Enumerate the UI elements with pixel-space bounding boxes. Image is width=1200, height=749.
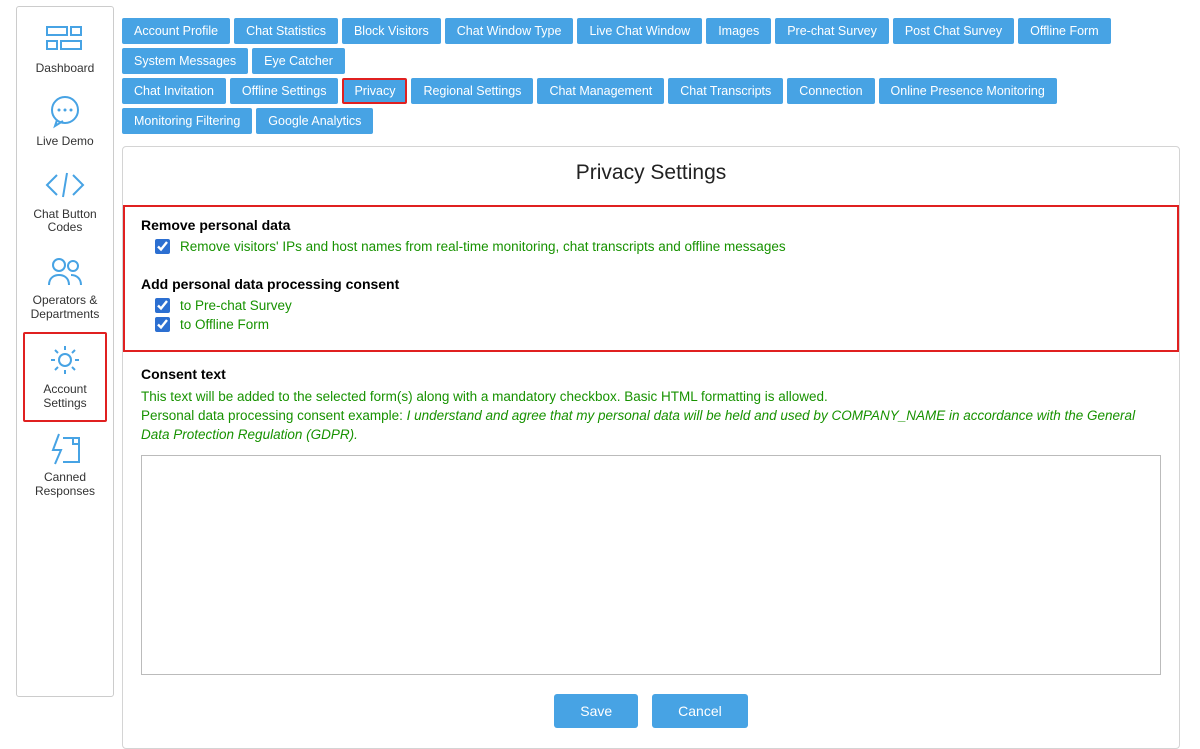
- sidebar-item-chat-button-codes[interactable]: Chat Button Codes: [23, 159, 107, 246]
- tab-chat-invitation[interactable]: Chat Invitation: [122, 78, 226, 104]
- chat-bubble-icon: [41, 94, 89, 130]
- add-consent-title: Add personal data processing consent: [141, 276, 1161, 292]
- tab-offline-form[interactable]: Offline Form: [1018, 18, 1111, 44]
- consent-offline-checkbox[interactable]: [155, 317, 170, 332]
- tab-chat-window-type[interactable]: Chat Window Type: [445, 18, 574, 44]
- sidebar: Dashboard Live Demo Chat Button Codes: [16, 6, 114, 697]
- sidebar-item-label: Live Demo: [36, 135, 93, 149]
- lightning-document-icon: [41, 430, 89, 466]
- tab-post-chat-survey[interactable]: Post Chat Survey: [893, 18, 1014, 44]
- tab-online-presence-monitoring[interactable]: Online Presence Monitoring: [879, 78, 1057, 104]
- main-content: Account ProfileChat StatisticsBlock Visi…: [114, 0, 1200, 697]
- remove-ips-label: Remove visitors' IPs and host names from…: [180, 239, 786, 254]
- sidebar-item-canned-responses[interactable]: Canned Responses: [23, 422, 107, 509]
- tab-pre-chat-survey[interactable]: Pre-chat Survey: [775, 18, 889, 44]
- consent-help-line1: This text will be added to the selected …: [141, 388, 1161, 407]
- remove-personal-data-title: Remove personal data: [141, 217, 1161, 233]
- tab-chat-statistics[interactable]: Chat Statistics: [234, 18, 338, 44]
- page-title: Privacy Settings: [141, 161, 1161, 185]
- sidebar-item-label: Dashboard: [36, 62, 95, 76]
- sidebar-item-live-demo[interactable]: Live Demo: [23, 86, 107, 159]
- consent-textarea[interactable]: [141, 455, 1161, 675]
- consent-help-line2: Personal data processing consent example…: [141, 407, 1161, 445]
- sidebar-item-label: Chat Button Codes: [23, 208, 107, 236]
- tabs-row-1: Account ProfileChat StatisticsBlock Visi…: [122, 18, 1180, 74]
- sidebar-item-label: Canned Responses: [23, 471, 107, 499]
- tab-connection[interactable]: Connection: [787, 78, 874, 104]
- tab-system-messages[interactable]: System Messages: [122, 48, 248, 74]
- dashboard-icon: [41, 21, 89, 57]
- consent-prechat-label: to Pre-chat Survey: [180, 298, 292, 313]
- sidebar-item-label: Operators & Departments: [23, 294, 107, 322]
- consent-text-title: Consent text: [141, 366, 1161, 382]
- tab-block-visitors[interactable]: Block Visitors: [342, 18, 441, 44]
- settings-panel: Privacy Settings Remove personal data Re…: [122, 146, 1180, 749]
- tab-regional-settings[interactable]: Regional Settings: [411, 78, 533, 104]
- save-button[interactable]: Save: [554, 694, 638, 728]
- tab-eye-catcher[interactable]: Eye Catcher: [252, 48, 345, 74]
- sidebar-item-label: Account Settings: [25, 383, 105, 411]
- gear-icon: [41, 342, 89, 378]
- tab-account-profile[interactable]: Account Profile: [122, 18, 230, 44]
- tab-images[interactable]: Images: [706, 18, 771, 44]
- sidebar-item-account-settings[interactable]: Account Settings: [23, 332, 107, 423]
- remove-ips-checkbox[interactable]: [155, 239, 170, 254]
- tab-privacy[interactable]: Privacy: [342, 78, 407, 104]
- code-icon: [41, 167, 89, 203]
- tab-chat-transcripts[interactable]: Chat Transcripts: [668, 78, 783, 104]
- consent-prechat-checkbox[interactable]: [155, 298, 170, 313]
- tab-live-chat-window[interactable]: Live Chat Window: [577, 18, 702, 44]
- tabs-row-2: Chat InvitationOffline SettingsPrivacyRe…: [122, 78, 1180, 134]
- cancel-button[interactable]: Cancel: [652, 694, 748, 728]
- tab-chat-management[interactable]: Chat Management: [537, 78, 664, 104]
- sidebar-item-dashboard[interactable]: Dashboard: [23, 13, 107, 86]
- sidebar-item-operators-departments[interactable]: Operators & Departments: [23, 245, 107, 332]
- tab-google-analytics[interactable]: Google Analytics: [256, 108, 373, 134]
- people-icon: [41, 253, 89, 289]
- highlight-privacy-options: Remove personal data Remove visitors' IP…: [123, 205, 1179, 352]
- tab-monitoring-filtering[interactable]: Monitoring Filtering: [122, 108, 252, 134]
- consent-offline-label: to Offline Form: [180, 317, 269, 332]
- tab-offline-settings[interactable]: Offline Settings: [230, 78, 339, 104]
